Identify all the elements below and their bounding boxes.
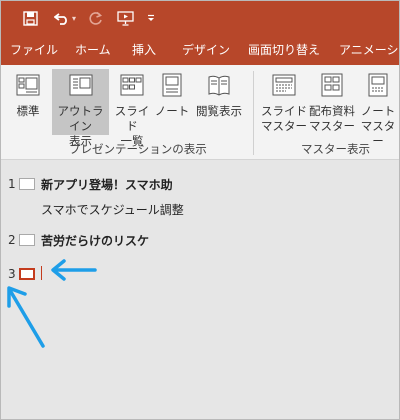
slide-body-text[interactable]: スマホでスケジュール調整 [41, 201, 184, 218]
tab-animations[interactable]: アニメーション [339, 35, 399, 65]
view-ribbon: 標準 アウトライン 表示 スライド 一覧 ノート 閲覧表示 プレゼンテーションの… [1, 65, 399, 160]
arrow-left-icon [51, 259, 97, 281]
quick-access-toolbar: ▾ [1, 1, 399, 35]
handout-master-label: 配布資料 マスター [309, 104, 355, 133]
outline-pane[interactable]: 1 新アプリ登場！スマホ助 スマホでスケジュール調整 2 苦労だらけのリスケ 3 [1, 160, 399, 419]
outline-view-button[interactable]: アウトライン 表示 [52, 69, 109, 148]
tab-file[interactable]: ファイル [10, 35, 58, 65]
notes-page-button[interactable]: ノート [154, 69, 190, 135]
reading-view-button[interactable]: 閲覧表示 [193, 69, 245, 135]
handout-master-icon [308, 72, 356, 102]
slide-thumbnail-icon[interactable] [19, 234, 35, 246]
text-cursor [41, 266, 42, 280]
redo-icon[interactable] [85, 7, 105, 29]
notes-page-label: ノート [154, 104, 190, 118]
notes-master-button[interactable]: ノート マスター [357, 69, 399, 148]
ribbon-tabs: ファイル ホーム 挿入 デザイン 画面切り替え アニメーション [1, 35, 399, 65]
slide-title[interactable]: 新アプリ登場！スマホ助 [41, 176, 173, 193]
undo-icon[interactable]: ▾ [51, 7, 79, 29]
slide-title[interactable]: 苦労だらけのリスケ [41, 232, 149, 249]
powerpoint-window: ▾ ファイル ホーム 挿入 デザイン 画面切り替え アニメーション 標準 [0, 0, 400, 420]
present-from-start-icon[interactable] [114, 7, 136, 29]
save-icon[interactable] [19, 7, 41, 29]
customize-qat-icon[interactable] [144, 7, 158, 29]
reading-view-label: 閲覧表示 [196, 104, 242, 118]
tab-insert[interactable]: 挿入 [132, 35, 156, 65]
handout-master-button[interactable]: 配布資料 マスター [308, 69, 356, 135]
chevron-down-icon[interactable]: ▾ [72, 14, 76, 23]
notes-master-icon [357, 72, 399, 102]
slide-number: 2 [8, 233, 16, 247]
tab-transitions[interactable]: 画面切り替え [248, 35, 320, 65]
arrow-up-left-icon [7, 286, 45, 348]
slide-thumbnail-icon[interactable] [19, 178, 35, 190]
tab-design[interactable]: デザイン [182, 35, 230, 65]
normal-view-button[interactable]: 標準 [7, 69, 49, 135]
normal-view-label: 標準 [16, 104, 40, 118]
slide-master-label: スライド マスター [261, 104, 307, 133]
slide-master-icon [260, 72, 308, 102]
slide-sorter-button[interactable]: スライド 一覧 [111, 69, 153, 148]
slide-number: 1 [8, 177, 16, 191]
slide-thumbnail-selected-icon[interactable] [19, 268, 35, 280]
slide-master-button[interactable]: スライド マスター [260, 69, 308, 135]
group-divider [253, 71, 254, 155]
outline-view-icon [52, 72, 109, 102]
master-views-group-label: マスター表示 [301, 142, 370, 156]
reading-view-icon [193, 72, 245, 102]
normal-view-icon [7, 72, 49, 102]
slide-number: 3 [8, 267, 16, 281]
presentation-views-group-label: プレゼンテーションの表示 [69, 142, 207, 156]
tab-home[interactable]: ホーム [75, 35, 111, 65]
notes-page-icon [154, 72, 190, 102]
slide-sorter-icon [111, 72, 153, 102]
